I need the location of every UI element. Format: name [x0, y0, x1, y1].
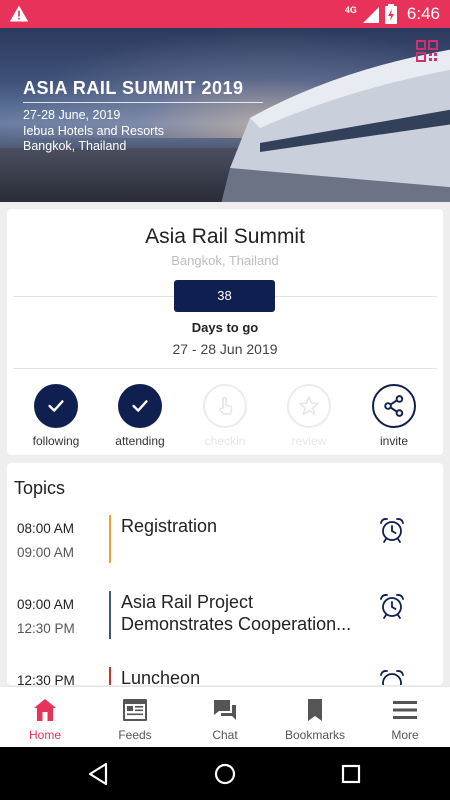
checkin-circle[interactable]	[203, 384, 247, 428]
divider	[13, 368, 437, 369]
attending-button[interactable]: attending	[98, 384, 182, 448]
home-icon	[34, 699, 56, 721]
topic-color-bar	[109, 515, 111, 563]
nav-feeds[interactable]: Feeds	[90, 687, 180, 748]
nav-chat[interactable]: Chat	[180, 687, 270, 748]
topic-item[interactable]: 09:00 AM 12:30 PM Asia Rail Project Demo…	[7, 591, 443, 677]
banner-city: Bangkok, Thailand	[23, 139, 127, 153]
topic-item[interactable]: 12:30 PM Luncheon	[7, 667, 443, 685]
bookmark-icon	[308, 699, 322, 721]
topic-title-line2: Demonstrates Cooperation...	[121, 614, 352, 634]
chat-icon	[214, 700, 236, 720]
event-info-card: Asia Rail Summit Bangkok, Thailand 38 Da…	[7, 209, 443, 455]
topic-title-line1: Registration	[121, 516, 218, 536]
train-image	[221, 49, 450, 202]
bottom-navigation: Home Feeds Chat Bookmarks More	[0, 686, 450, 747]
recents-icon[interactable]	[338, 761, 364, 787]
home-circle-icon[interactable]	[212, 761, 238, 787]
alarm-clock-icon[interactable]	[377, 591, 407, 621]
banner-divider	[23, 102, 263, 103]
event-banner: ASIA RAIL SUMMIT 2019 27-28 June, 2019 I…	[0, 28, 450, 202]
menu-icon	[393, 701, 417, 719]
nav-home[interactable]: Home	[0, 687, 90, 748]
check-icon	[48, 400, 64, 412]
invite-circle[interactable]	[372, 384, 416, 428]
review-circle[interactable]	[287, 384, 331, 428]
qr-code-icon[interactable]	[416, 40, 438, 62]
event-location: Bangkok, Thailand	[171, 253, 279, 268]
invite-button[interactable]: invite	[352, 384, 436, 448]
nav-bookmarks[interactable]: Bookmarks	[270, 687, 360, 748]
feeds-icon	[123, 699, 147, 721]
topic-start-time: 08:00 AM	[17, 521, 75, 536]
alarm-clock-icon[interactable]	[377, 667, 407, 685]
action-row: following attending checkin review invit…	[7, 384, 443, 454]
topic-title: Asia Rail Project Demonstrates Cooperati…	[121, 591, 366, 635]
back-icon[interactable]	[86, 761, 112, 787]
topic-end-time: 09:00 AM	[17, 545, 75, 560]
system-navigation-bar	[0, 747, 450, 800]
clock: 6:46	[406, 4, 440, 23]
banner-venue: Iebua Hotels and Resorts	[23, 124, 165, 138]
alarm-clock-icon[interactable]	[377, 515, 407, 545]
event-name: Asia Rail Summit	[145, 225, 305, 248]
days-countdown-badge: 38	[174, 280, 275, 312]
topic-title: Luncheon	[121, 667, 366, 685]
share-icon	[384, 395, 404, 417]
topics-heading: Topics	[14, 478, 66, 498]
topic-item[interactable]: 08:00 AM 09:00 AM Registration	[7, 515, 443, 601]
network-type: 4G	[344, 5, 357, 15]
attending-circle[interactable]	[118, 384, 162, 428]
checkin-label: checkin	[204, 434, 246, 448]
tap-hand-icon	[219, 396, 233, 415]
nav-home-label: Home	[28, 728, 61, 742]
topic-start-time: 12:30 PM	[17, 673, 75, 685]
topic-title: Registration	[121, 515, 366, 537]
nav-bookmarks-label: Bookmarks	[284, 728, 346, 742]
check-icon	[132, 400, 148, 412]
topic-title-line1: Luncheon	[121, 668, 201, 685]
banner-title: ASIA RAIL SUMMIT 2019	[23, 78, 244, 98]
nav-feeds-label: Feeds	[118, 728, 152, 742]
days-to-go-label: Days to go	[191, 320, 259, 335]
event-date-range: 27 - 28 Jun 2019	[172, 341, 278, 357]
following-button[interactable]: following	[14, 384, 98, 448]
status-bar: 4G 6:46	[0, 0, 450, 28]
following-circle[interactable]	[34, 384, 78, 428]
attending-label: attending	[115, 434, 165, 448]
nav-chat-label: Chat	[212, 728, 238, 742]
nav-more-label: More	[391, 728, 419, 742]
topic-color-bar	[109, 667, 111, 685]
signal-icon	[362, 7, 379, 23]
topic-color-bar	[109, 591, 111, 639]
topic-start-time: 09:00 AM	[17, 597, 75, 612]
topics-card: Topics 08:00 AM 09:00 AM Registration 09…	[7, 463, 443, 685]
battery-charging-icon	[384, 4, 397, 24]
topic-title-line1: Asia Rail Project	[121, 592, 254, 612]
star-icon	[299, 396, 319, 415]
invite-label: invite	[379, 434, 408, 448]
checkin-button[interactable]: checkin	[183, 384, 267, 448]
review-label: review	[291, 434, 327, 448]
warning-icon	[9, 5, 29, 22]
nav-more[interactable]: More	[360, 687, 450, 748]
review-button[interactable]: review	[267, 384, 351, 448]
banner-date: 27-28 June, 2019	[23, 108, 121, 122]
topic-end-time: 12:30 PM	[17, 621, 75, 636]
following-label: following	[32, 434, 80, 448]
